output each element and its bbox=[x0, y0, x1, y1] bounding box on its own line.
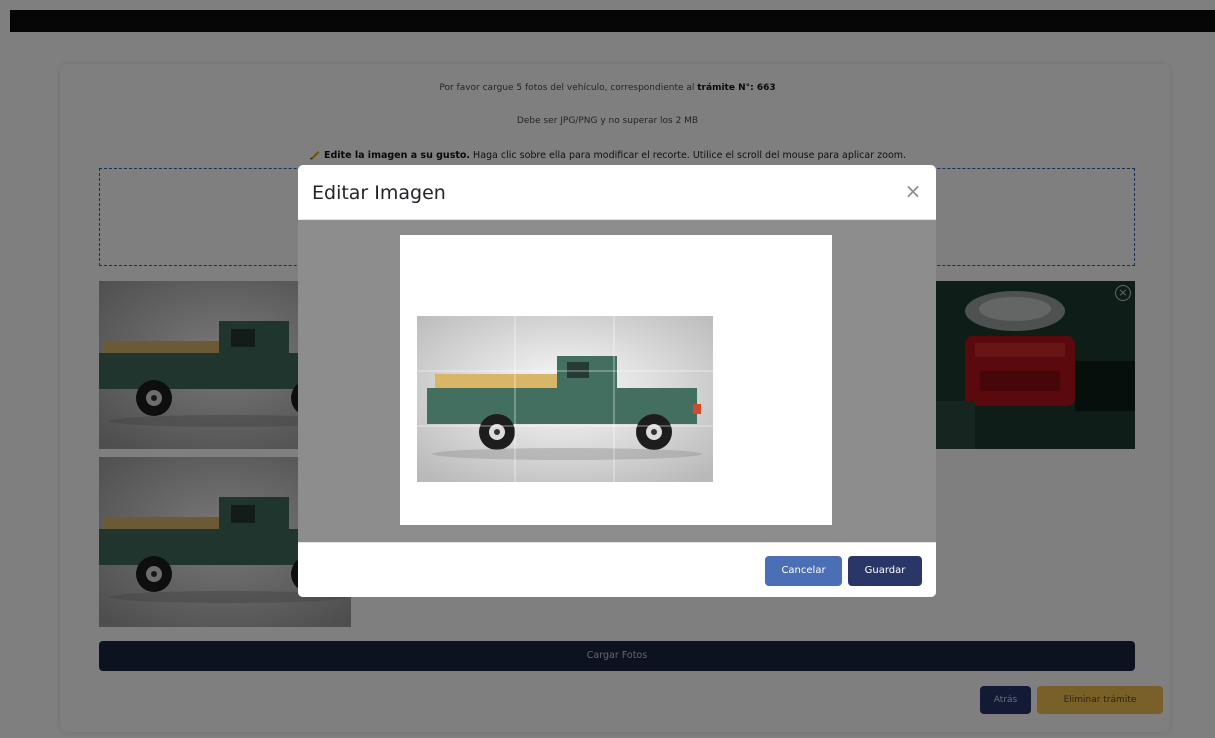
modal-title: Editar Imagen bbox=[312, 182, 446, 204]
save-button[interactable]: Guardar bbox=[848, 556, 922, 586]
crop-preview-image[interactable] bbox=[417, 316, 713, 482]
close-icon[interactable]: × bbox=[904, 181, 922, 201]
cancel-button[interactable]: Cancelar bbox=[765, 556, 842, 586]
modal-footer: Cancelar Guardar bbox=[298, 542, 936, 597]
edit-image-modal: Editar Imagen × Cancelar Guardar bbox=[298, 165, 936, 597]
image-cropper[interactable] bbox=[400, 235, 832, 525]
modal-header: Editar Imagen × bbox=[298, 165, 936, 220]
modal-body bbox=[298, 220, 936, 542]
